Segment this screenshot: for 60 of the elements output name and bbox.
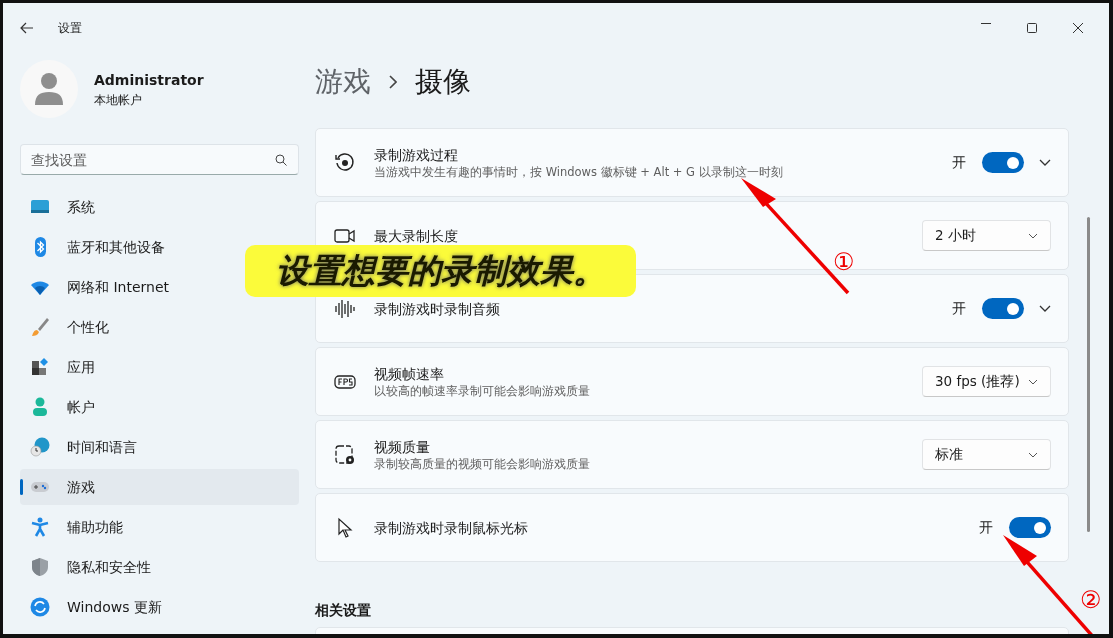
sidebar-item[interactable]: 系统 bbox=[20, 189, 105, 225]
sidebar-item[interactable]: 帐户 bbox=[20, 389, 105, 425]
record-icon bbox=[334, 151, 356, 174]
back-icon[interactable] bbox=[20, 22, 34, 34]
step-marker: ① bbox=[833, 250, 855, 274]
chevron-down-icon[interactable] bbox=[1039, 304, 1051, 313]
caret-icon bbox=[1028, 378, 1038, 385]
section-heading: 相关设置 bbox=[315, 601, 372, 620]
toggle-switch[interactable] bbox=[1009, 517, 1051, 538]
chevron-icon bbox=[389, 75, 397, 89]
scrollbar-thumb[interactable] bbox=[1087, 217, 1090, 532]
brush-icon bbox=[30, 317, 50, 337]
setting-description: 当游戏中发生有趣的事情时，按 Windows 徽标键 + Alt + G 以录制这一时刻 bbox=[374, 163, 784, 180]
callout-text: 设置想要的录制效果。 bbox=[245, 245, 636, 297]
dropdown[interactable]: 标准 bbox=[922, 439, 1051, 470]
dropdown[interactable]: 30 fps (推荐) bbox=[922, 366, 1051, 397]
sidebar-item[interactable]: Windows 更新 bbox=[20, 589, 172, 625]
setting-title: 录制游戏过程 bbox=[374, 145, 459, 164]
apps-icon bbox=[30, 357, 50, 377]
chevron-down-icon[interactable] bbox=[1039, 158, 1051, 167]
user-name: Administrator bbox=[94, 70, 204, 90]
waveform-icon bbox=[334, 297, 356, 320]
setting-title: 录制游戏时录制音频 bbox=[374, 299, 501, 318]
maximize-icon[interactable] bbox=[1027, 23, 1037, 33]
shield-icon bbox=[30, 557, 50, 577]
sidebar-item[interactable]: 应用 bbox=[20, 349, 105, 385]
search-icon[interactable] bbox=[275, 154, 287, 166]
setting-title: 录制游戏时录制鼠标光标 bbox=[374, 518, 529, 537]
sidebar-item[interactable]: 个性化 bbox=[20, 309, 119, 345]
page-title: 摄像 bbox=[415, 64, 471, 100]
caret-icon bbox=[1028, 232, 1038, 239]
step-marker: ② bbox=[1080, 588, 1102, 612]
toggle-switch[interactable] bbox=[982, 298, 1024, 319]
toggle-state-label: 开 bbox=[979, 518, 993, 537]
setting-title: 视频质量 bbox=[374, 437, 431, 456]
update-icon bbox=[30, 597, 50, 617]
toggle-state-label: 开 bbox=[952, 153, 966, 172]
sidebar-item[interactable]: 网络和 Internet bbox=[20, 269, 180, 305]
sidebar-item[interactable]: 隐私和安全性 bbox=[20, 549, 161, 585]
sidebar-item[interactable]: 游戏 bbox=[20, 469, 299, 505]
dropdown[interactable]: 2 小时 bbox=[922, 220, 1051, 251]
accessibility-icon bbox=[30, 517, 50, 537]
sidebar-item[interactable]: 辅助功能 bbox=[20, 509, 133, 545]
globe-clock-icon bbox=[30, 437, 50, 457]
person-icon bbox=[30, 397, 50, 417]
breadcrumb-parent[interactable]: 游戏 bbox=[315, 61, 371, 103]
window-title: 设置 bbox=[58, 20, 82, 37]
account-type: 本地帐户 bbox=[94, 91, 143, 109]
toggle-switch[interactable] bbox=[982, 152, 1024, 173]
search-field[interactable]: 查找设置 bbox=[20, 144, 299, 175]
video-settings-icon bbox=[334, 443, 356, 466]
setting-description: 录制较高质量的视频可能会影响游戏质量 bbox=[374, 455, 591, 472]
close-icon[interactable] bbox=[1073, 23, 1083, 33]
setting-title: 视频帧速率 bbox=[374, 364, 445, 383]
setting-title: 最大录制长度 bbox=[374, 226, 459, 245]
caret-icon bbox=[1028, 451, 1038, 458]
sidebar-item[interactable]: 时间和语言 bbox=[20, 429, 147, 465]
toggle-state-label: 开 bbox=[952, 299, 966, 318]
setting-description: 以较高的帧速率录制可能会影响游戏质量 bbox=[374, 382, 591, 399]
sidebar-item[interactable]: 蓝牙和其他设备 bbox=[20, 229, 175, 265]
